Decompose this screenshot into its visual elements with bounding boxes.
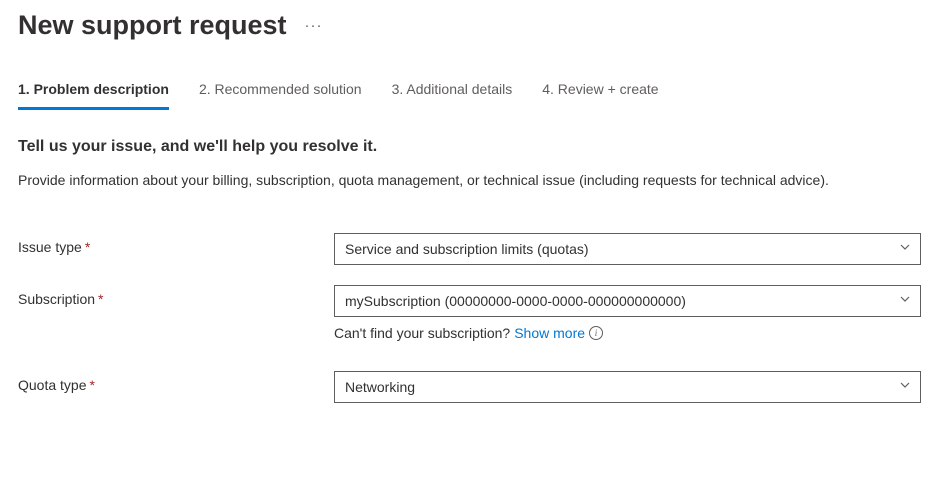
info-icon[interactable]: i — [589, 326, 603, 340]
issue-type-value: Service and subscription limits (quotas) — [345, 241, 589, 257]
issue-type-label-text: Issue type — [18, 239, 82, 255]
issue-type-label: Issue type* — [18, 233, 334, 255]
show-more-link[interactable]: Show more — [514, 325, 585, 341]
subscription-select[interactable]: mySubscription (00000000-0000-0000-00000… — [334, 285, 921, 317]
tab-additional-details[interactable]: 3. Additional details — [392, 81, 513, 110]
required-marker: * — [98, 291, 103, 307]
section-description: Provide information about your billing, … — [18, 170, 918, 191]
quota-type-label-text: Quota type — [18, 377, 87, 393]
subscription-help-text: Can't find your subscription? — [334, 325, 510, 341]
tab-recommended-solution[interactable]: 2. Recommended solution — [199, 81, 362, 110]
tab-problem-description[interactable]: 1. Problem description — [18, 81, 169, 110]
quota-type-select[interactable]: Networking — [334, 371, 921, 403]
section-heading: Tell us your issue, and we'll help you r… — [18, 138, 921, 156]
wizard-tabs: 1. Problem description 2. Recommended so… — [18, 81, 921, 110]
issue-type-select[interactable]: Service and subscription limits (quotas) — [334, 233, 921, 265]
page-title: New support request — [18, 10, 287, 41]
required-marker: * — [85, 239, 90, 255]
required-marker: * — [90, 377, 95, 393]
subscription-value: mySubscription (00000000-0000-0000-00000… — [345, 293, 686, 309]
subscription-label-text: Subscription — [18, 291, 95, 307]
subscription-label: Subscription* — [18, 285, 334, 307]
tab-review-create[interactable]: 4. Review + create — [542, 81, 658, 110]
quota-type-label: Quota type* — [18, 371, 334, 393]
more-actions-icon[interactable]: ··· — [305, 17, 323, 34]
subscription-help-row: Can't find your subscription? Show more … — [334, 325, 921, 341]
quota-type-value: Networking — [345, 379, 415, 395]
